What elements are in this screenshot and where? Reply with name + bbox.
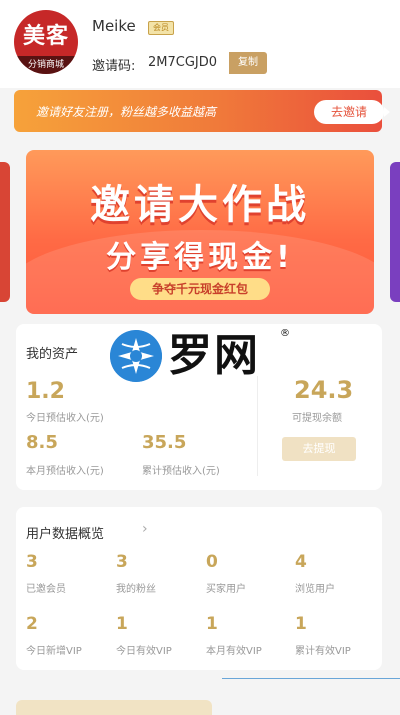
go-invite-button[interactable]: 去邀请 <box>314 100 390 124</box>
stat-value: 3 <box>26 552 38 572</box>
stat-label: 今日新增VIP <box>26 646 82 657</box>
chevron-right-icon[interactable]: › <box>142 521 148 537</box>
stat-label: 我的粉丝 <box>116 584 156 595</box>
stat-value: 1 <box>295 614 307 634</box>
invite-code-value: 2M7CGJD0 <box>148 55 218 70</box>
go-invite-label: 去邀请 <box>330 105 367 119</box>
stat-value: 4 <box>295 552 307 572</box>
stat-label: 买家用户 <box>206 584 246 595</box>
assets-divider <box>257 376 258 476</box>
overview-title[interactable]: 用户数据概览 <box>26 523 104 542</box>
stat-label: 本月有效VIP <box>206 646 262 657</box>
user-data-overview-card: 用户数据概览 › 3 已邀会员 3 我的粉丝 0 买家用户 4 浏览用户 2 今… <box>16 507 382 670</box>
profile-header: 美客 分销商城 Meike 会员 邀请码: 2M7CGJD0 复制 <box>0 0 400 88</box>
globe-logo-icon <box>110 330 162 382</box>
stat-label: 已邀会员 <box>26 584 66 595</box>
copy-invite-code-button[interactable]: 复制 <box>229 52 267 74</box>
promo-subtitle: 分享得现金! <box>106 240 294 275</box>
assets-title: 我的资产 <box>26 347 79 362</box>
withdraw-button[interactable]: 去提现 <box>282 437 356 461</box>
carousel-prev-slide[interactable] <box>0 162 10 302</box>
withdrawable-balance-value: 24.3 <box>294 376 354 404</box>
stat-value: 3 <box>116 552 128 572</box>
bottom-divider <box>222 678 400 679</box>
stat-value: 1 <box>116 614 128 634</box>
nickname: Meike <box>92 17 136 35</box>
stat-value: 1 <box>206 614 218 634</box>
stat-label: 累计有效VIP <box>295 646 351 657</box>
level-badge: 会员 <box>148 21 174 35</box>
month-income-value: 8.5 <box>26 432 58 453</box>
total-income-value: 35.5 <box>142 432 187 453</box>
watermark-text: 罗网 <box>168 330 260 381</box>
next-section-preview <box>16 700 212 715</box>
carousel-next-slide[interactable] <box>390 162 400 302</box>
stat-label: 浏览用户 <box>295 584 335 595</box>
arrow-right-icon <box>384 107 390 117</box>
today-income-label: 今日预估收入(元) <box>26 413 104 424</box>
promo-banner[interactable]: 邀请大作战 分享得现金! 争夺千元现金红包 <box>26 150 374 314</box>
invite-banner-text: 邀请好友注册，粉丝越多收益越高 <box>36 105 217 119</box>
registered-mark: ® <box>280 328 290 339</box>
avatar-caption: 分销商城 <box>14 56 78 74</box>
invite-code-label: 邀请码: <box>92 59 136 74</box>
stat-value: 0 <box>206 552 218 572</box>
promo-pill: 争夺千元现金红包 <box>130 278 270 300</box>
stat-value: 2 <box>26 614 38 634</box>
total-income-label: 累计预估收入(元) <box>142 466 220 477</box>
today-income-value: 1.2 <box>26 379 65 404</box>
watermark-logo: 罗网 ® <box>110 328 290 388</box>
stat-label: 今日有效VIP <box>116 646 172 657</box>
month-income-label: 本月预估收入(元) <box>26 466 104 477</box>
avatar-logo-text: 美客 <box>22 24 69 49</box>
avatar[interactable]: 美客 分销商城 <box>14 10 78 74</box>
withdrawable-balance-label: 可提现余额 <box>292 413 342 424</box>
promo-title: 邀请大作战 <box>90 182 310 228</box>
invite-banner[interactable]: 邀请好友注册，粉丝越多收益越高 去邀请 <box>14 90 390 132</box>
